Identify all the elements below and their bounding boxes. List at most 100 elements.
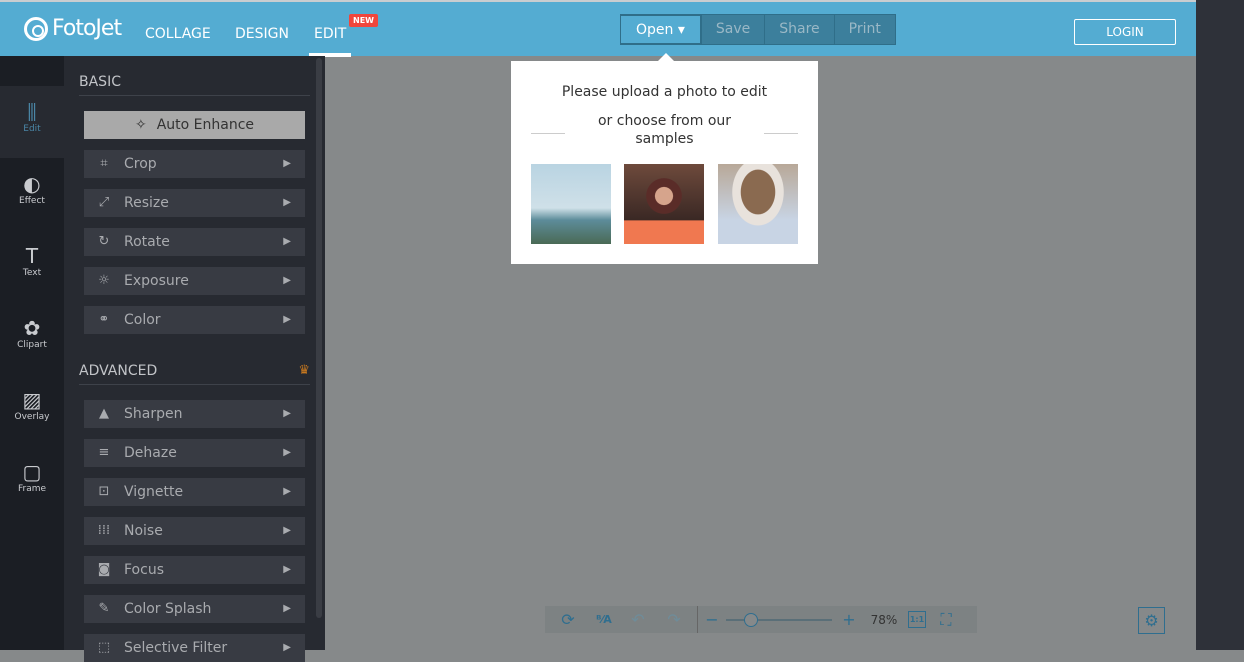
login-button[interactable]: LOGIN <box>1074 19 1176 45</box>
item-label: Noise <box>124 523 163 539</box>
upload-prompt: Please upload a photo to edit <box>561 84 768 100</box>
auto-enhance-button[interactable]: ✧ Auto Enhance <box>84 111 305 139</box>
print-button[interactable]: Print <box>833 15 895 44</box>
focus-icon: ◙ <box>97 562 111 577</box>
zoom-level: 78% <box>870 612 898 627</box>
exposure-item[interactable]: ☼ Exposure ▶ <box>84 267 305 295</box>
bottom-toolbar: ⟳ ᴮ⁄A ↶ ↷ − + 78% 1:1 ⛶ <box>545 606 977 633</box>
rail-label: Frame <box>17 484 47 494</box>
color-splash-item[interactable]: ✎ Color Splash ▶ <box>84 595 305 623</box>
refresh-icon[interactable]: ⟳ <box>545 610 591 629</box>
lines-icon: ≡ <box>98 445 110 460</box>
clipart-icon: ✿ <box>23 316 41 340</box>
divider <box>531 133 565 134</box>
sample-woman[interactable] <box>624 164 704 244</box>
resize-icon: ⤢ <box>98 195 110 210</box>
zoom-in-icon[interactable]: + <box>832 610 866 629</box>
rail-text[interactable]: T Text <box>0 230 64 302</box>
rotate-item[interactable]: ↻ Rotate ▶ <box>84 228 305 256</box>
sun-icon: ☼ <box>98 273 110 288</box>
rail-clipart[interactable]: ✿ Clipart <box>0 302 64 374</box>
arrow-right-icon: ▶ <box>283 447 291 458</box>
arrow-right-icon: ▶ <box>283 408 291 419</box>
frame-icon: ▢ <box>22 460 42 484</box>
zoom-slider[interactable] <box>726 612 832 627</box>
divider <box>764 133 798 134</box>
arrow-right-icon: ▶ <box>283 525 291 536</box>
item-label: Exposure <box>124 273 189 289</box>
sharpen-item[interactable]: ▲ Sharpen ▶ <box>84 400 305 428</box>
logo-text: FotoJet <box>52 16 122 41</box>
tool-rail: ⫼ Edit ◐ Effect T Text ✿ Clipart ▨ Overlay ▢ F… <box>0 56 64 650</box>
magic-wand-icon: ✧ <box>134 117 147 133</box>
open-button[interactable]: Open ▾ <box>621 15 701 44</box>
arrow-right-icon: ▶ <box>283 642 291 653</box>
crown-icon: ♛ <box>298 363 310 378</box>
text-icon: T <box>25 244 39 268</box>
overlay-icon: ▨ <box>22 388 42 412</box>
before-after-icon[interactable]: ᴮ⁄A <box>591 613 617 626</box>
arrow-right-icon: ▶ <box>283 197 291 208</box>
actual-size-button[interactable]: 1:1 <box>908 611 926 628</box>
sliders-icon: ⫼ <box>27 100 37 124</box>
save-button[interactable]: Save <box>700 15 765 44</box>
logo[interactable]: FotoJet <box>24 16 122 41</box>
item-label: Resize <box>124 195 169 211</box>
item-label: Color <box>124 312 161 328</box>
arrow-right-icon: ▶ <box>283 603 291 614</box>
arrow-right-icon: ▶ <box>283 275 291 286</box>
file-toolbar: Open ▾ Save Share Print <box>620 14 896 45</box>
sample-lighthouse[interactable] <box>531 164 611 244</box>
triangle-icon: ▲ <box>99 406 109 421</box>
color-circles-icon: ⚭ <box>98 312 110 327</box>
heading-text: BASIC <box>79 74 121 90</box>
logo-icon <box>24 16 48 41</box>
selection-icon: ⬚ <box>97 640 111 655</box>
rail-frame[interactable]: ▢ Frame <box>0 446 64 518</box>
panel-scrollbar[interactable] <box>316 58 322 618</box>
item-label: Crop <box>124 156 157 172</box>
arrow-right-icon: ▶ <box>283 158 291 169</box>
vignette-item[interactable]: ⊡ Vignette ▶ <box>84 478 305 506</box>
focus-item[interactable]: ◙ Focus ▶ <box>84 556 305 584</box>
open-popup: Please upload a photo to edit or choose … <box>511 53 818 264</box>
item-label: Rotate <box>124 234 170 250</box>
undo-icon[interactable]: ↶ <box>617 610 659 629</box>
dehaze-item[interactable]: ≡ Dehaze ▶ <box>84 439 305 467</box>
item-label: Dehaze <box>124 445 177 461</box>
share-button[interactable]: Share <box>764 15 834 44</box>
rail-edit[interactable]: ⫼ Edit <box>0 86 64 158</box>
rail-label: Text <box>22 268 42 278</box>
nav-edit[interactable]: EDIT <box>314 26 346 42</box>
half-circle-icon: ◐ <box>23 172 41 196</box>
item-label: Focus <box>124 562 164 578</box>
rail-overlay[interactable]: ▨ Overlay <box>0 374 64 446</box>
item-label: Vignette <box>124 484 184 500</box>
fullscreen-icon[interactable]: ⛶ <box>926 610 966 630</box>
rail-label: Effect <box>19 196 45 206</box>
color-item[interactable]: ⚭ Color ▶ <box>84 306 305 334</box>
resize-item[interactable]: ⤢ Resize ▶ <box>84 189 305 217</box>
sample-cat[interactable] <box>718 164 798 244</box>
crop-item[interactable]: ⌗ Crop ▶ <box>84 150 305 178</box>
right-strip <box>1196 0 1244 650</box>
selective-filter-item[interactable]: ⬚ Selective Filter ▶ <box>84 634 305 662</box>
heading-text: ADVANCED <box>79 363 158 379</box>
noise-item[interactable]: ⁞⁞⁞ Noise ▶ <box>84 517 305 545</box>
vignette-icon: ⊡ <box>98 484 110 499</box>
top-bar: FotoJet COLLAGE DESIGN EDIT NEW Open ▾ S… <box>0 0 1196 57</box>
redo-icon[interactable]: ↷ <box>659 610 689 629</box>
item-label: Color Splash <box>124 601 212 617</box>
settings-icon[interactable]: ⚙ <box>1138 607 1165 634</box>
nav-design[interactable]: DESIGN <box>235 26 289 42</box>
edit-panel: BASIC ✧ Auto Enhance ⌗ Crop ▶ ⤢ Resize ▶ ↻ Rot… <box>64 56 325 662</box>
arrow-right-icon: ▶ <box>283 236 291 247</box>
rail-effect[interactable]: ◐ Effect <box>0 158 64 230</box>
item-label: Sharpen <box>124 406 183 422</box>
zoom-slider-thumb[interactable] <box>744 612 758 627</box>
rail-label: Edit <box>23 124 41 134</box>
nav-collage[interactable]: COLLAGE <box>145 26 211 42</box>
rotate-icon: ↻ <box>98 234 110 249</box>
arrow-right-icon: ▶ <box>283 564 291 575</box>
zoom-out-icon[interactable]: − <box>698 610 726 629</box>
